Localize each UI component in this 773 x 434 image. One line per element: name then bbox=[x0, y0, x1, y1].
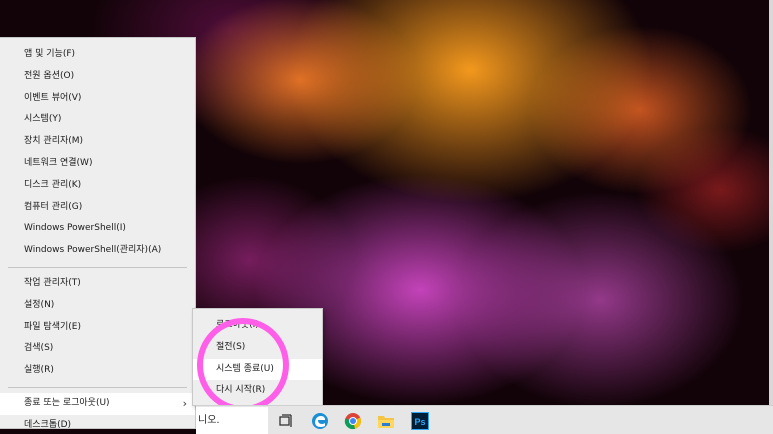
menu-item-search[interactable]: 검색(S) bbox=[0, 338, 195, 360]
edge-icon[interactable] bbox=[308, 409, 332, 433]
taskbar: 니오. Ps bbox=[196, 405, 773, 434]
menu-item-apps-features[interactable]: 앱 및 기능(F) bbox=[0, 44, 195, 66]
menu-item-settings[interactable]: 설정(N) bbox=[0, 295, 195, 317]
menu-item-desktop[interactable]: 데스크톱(D) bbox=[0, 415, 195, 434]
submenu-item-sign-out[interactable]: 로그아웃(I) bbox=[193, 315, 322, 337]
menu-item-shutdown-label: 종료 또는 로그아웃(U) bbox=[24, 397, 110, 408]
menu-item-network-connections[interactable]: 네트워크 연결(W) bbox=[0, 153, 195, 175]
taskbar-search-box[interactable]: 니오. bbox=[196, 407, 268, 434]
menu-item-power-options[interactable]: 전원 옵션(O) bbox=[0, 66, 195, 88]
menu-item-powershell-admin[interactable]: Windows PowerShell(관리자)(A) bbox=[0, 240, 195, 262]
shutdown-submenu: 로그아웃(I) 절전(S) 시스템 종료(U) 다시 시작(R) bbox=[192, 308, 323, 406]
submenu-item-shut-down[interactable]: 시스템 종료(U) bbox=[193, 358, 322, 381]
menu-item-disk-management[interactable]: 디스크 관리(K) bbox=[0, 175, 195, 197]
menu-item-task-manager[interactable]: 작업 관리자(T) bbox=[0, 273, 195, 295]
photoshop-label: Ps bbox=[414, 417, 425, 427]
submenu-item-sleep[interactable]: 절전(S) bbox=[193, 337, 322, 359]
menu-item-shutdown-signout[interactable]: 종료 또는 로그아웃(U) › bbox=[0, 392, 195, 415]
menu-separator bbox=[8, 266, 187, 268]
menu-separator bbox=[8, 386, 187, 388]
task-view-icon[interactable] bbox=[274, 409, 298, 433]
menu-item-event-viewer[interactable]: 이벤트 뷰어(V) bbox=[0, 88, 195, 110]
chrome-icon[interactable] bbox=[341, 409, 365, 433]
photoshop-icon[interactable]: Ps bbox=[408, 409, 432, 433]
menu-item-device-manager[interactable]: 장치 관리자(M) bbox=[0, 131, 195, 153]
menu-item-computer-management[interactable]: 컴퓨터 관리(G) bbox=[0, 197, 195, 219]
file-explorer-icon[interactable] bbox=[374, 409, 398, 433]
screen-edge bbox=[769, 0, 773, 434]
winx-quick-link-menu: 앱 및 기능(F) 전원 옵션(O) 이벤트 뷰어(V) 시스템(Y) 장치 관… bbox=[0, 37, 196, 430]
menu-item-run[interactable]: 실행(R) bbox=[0, 360, 195, 382]
chevron-right-icon: › bbox=[182, 396, 187, 410]
submenu-item-restart[interactable]: 다시 시작(R) bbox=[193, 380, 322, 402]
menu-item-powershell[interactable]: Windows PowerShell(I) bbox=[0, 218, 195, 240]
menu-item-system[interactable]: 시스템(Y) bbox=[0, 109, 195, 131]
menu-item-file-explorer[interactable]: 파일 탐색기(E) bbox=[0, 317, 195, 339]
